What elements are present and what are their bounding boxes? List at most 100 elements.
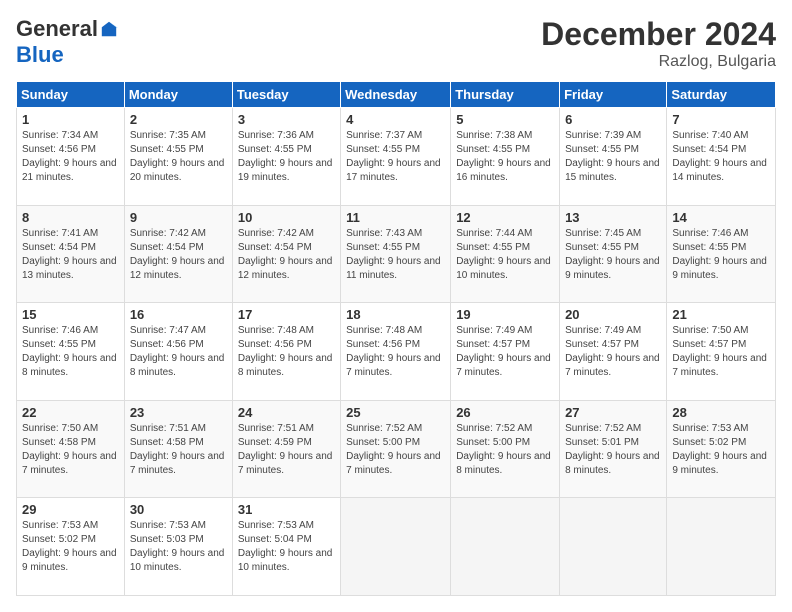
th-friday: Friday (560, 82, 667, 108)
th-sunday: Sunday (17, 82, 125, 108)
calendar-week-row: 15 Sunrise: 7:46 AM Sunset: 4:55 PM Dayl… (17, 303, 776, 401)
table-row: 5 Sunrise: 7:38 AM Sunset: 4:55 PM Dayli… (451, 108, 560, 206)
table-row: 21 Sunrise: 7:50 AM Sunset: 4:57 PM Dayl… (667, 303, 776, 401)
day-number: 14 (672, 210, 770, 225)
day-info: Sunrise: 7:34 AM Sunset: 4:56 PM Dayligh… (22, 129, 119, 185)
table-row: 18 Sunrise: 7:48 AM Sunset: 4:56 PM Dayl… (341, 303, 451, 401)
table-row: 16 Sunrise: 7:47 AM Sunset: 4:56 PM Dayl… (124, 303, 232, 401)
day-info: Sunrise: 7:42 AM Sunset: 4:54 PM Dayligh… (238, 227, 335, 283)
calendar-week-row: 8 Sunrise: 7:41 AM Sunset: 4:54 PM Dayli… (17, 205, 776, 303)
day-number: 11 (346, 210, 445, 225)
day-info: Sunrise: 7:51 AM Sunset: 4:58 PM Dayligh… (130, 422, 227, 478)
location: Razlog, Bulgaria (541, 53, 776, 71)
th-monday: Monday (124, 82, 232, 108)
day-number: 27 (565, 405, 661, 420)
day-number: 28 (672, 405, 770, 420)
table-row: 29 Sunrise: 7:53 AM Sunset: 5:02 PM Dayl… (17, 498, 125, 596)
table-row: 13 Sunrise: 7:45 AM Sunset: 4:55 PM Dayl… (560, 205, 667, 303)
table-row: 15 Sunrise: 7:46 AM Sunset: 4:55 PM Dayl… (17, 303, 125, 401)
day-number: 30 (130, 502, 227, 517)
day-number: 19 (456, 307, 554, 322)
empty-cell (560, 498, 667, 596)
day-number: 20 (565, 307, 661, 322)
day-info: Sunrise: 7:36 AM Sunset: 4:55 PM Dayligh… (238, 129, 335, 185)
day-info: Sunrise: 7:52 AM Sunset: 5:00 PM Dayligh… (346, 422, 445, 478)
page: General Blue December 2024 Razlog, Bulga… (0, 0, 792, 612)
logo-general-text: General (16, 16, 98, 42)
day-info: Sunrise: 7:46 AM Sunset: 4:55 PM Dayligh… (22, 324, 119, 380)
day-info: Sunrise: 7:37 AM Sunset: 4:55 PM Dayligh… (346, 129, 445, 185)
day-info: Sunrise: 7:38 AM Sunset: 4:55 PM Dayligh… (456, 129, 554, 185)
table-row: 17 Sunrise: 7:48 AM Sunset: 4:56 PM Dayl… (232, 303, 340, 401)
day-number: 13 (565, 210, 661, 225)
table-row: 24 Sunrise: 7:51 AM Sunset: 4:59 PM Dayl… (232, 400, 340, 498)
day-number: 22 (22, 405, 119, 420)
table-row: 9 Sunrise: 7:42 AM Sunset: 4:54 PM Dayli… (124, 205, 232, 303)
day-info: Sunrise: 7:48 AM Sunset: 4:56 PM Dayligh… (346, 324, 445, 380)
day-info: Sunrise: 7:41 AM Sunset: 4:54 PM Dayligh… (22, 227, 119, 283)
logo-icon (100, 20, 118, 38)
table-row: 10 Sunrise: 7:42 AM Sunset: 4:54 PM Dayl… (232, 205, 340, 303)
title-area: December 2024 Razlog, Bulgaria (541, 16, 776, 71)
table-row: 6 Sunrise: 7:39 AM Sunset: 4:55 PM Dayli… (560, 108, 667, 206)
day-info: Sunrise: 7:49 AM Sunset: 4:57 PM Dayligh… (565, 324, 661, 380)
day-info: Sunrise: 7:52 AM Sunset: 5:01 PM Dayligh… (565, 422, 661, 478)
table-row: 11 Sunrise: 7:43 AM Sunset: 4:55 PM Dayl… (341, 205, 451, 303)
day-number: 9 (130, 210, 227, 225)
day-number: 6 (565, 112, 661, 127)
table-row: 2 Sunrise: 7:35 AM Sunset: 4:55 PM Dayli… (124, 108, 232, 206)
table-row: 4 Sunrise: 7:37 AM Sunset: 4:55 PM Dayli… (341, 108, 451, 206)
day-info: Sunrise: 7:40 AM Sunset: 4:54 PM Dayligh… (672, 129, 770, 185)
day-info: Sunrise: 7:45 AM Sunset: 4:55 PM Dayligh… (565, 227, 661, 283)
table-row: 20 Sunrise: 7:49 AM Sunset: 4:57 PM Dayl… (560, 303, 667, 401)
day-info: Sunrise: 7:49 AM Sunset: 4:57 PM Dayligh… (456, 324, 554, 380)
day-number: 15 (22, 307, 119, 322)
table-row: 19 Sunrise: 7:49 AM Sunset: 4:57 PM Dayl… (451, 303, 560, 401)
empty-cell (667, 498, 776, 596)
day-number: 31 (238, 502, 335, 517)
day-number: 24 (238, 405, 335, 420)
day-number: 25 (346, 405, 445, 420)
day-info: Sunrise: 7:50 AM Sunset: 4:58 PM Dayligh… (22, 422, 119, 478)
day-info: Sunrise: 7:53 AM Sunset: 5:04 PM Dayligh… (238, 519, 335, 575)
logo-blue-text: Blue (16, 42, 64, 67)
day-info: Sunrise: 7:53 AM Sunset: 5:03 PM Dayligh… (130, 519, 227, 575)
empty-cell (451, 498, 560, 596)
logo: General Blue (16, 16, 118, 68)
month-title: December 2024 (541, 16, 776, 53)
table-row: 12 Sunrise: 7:44 AM Sunset: 4:55 PM Dayl… (451, 205, 560, 303)
day-info: Sunrise: 7:48 AM Sunset: 4:56 PM Dayligh… (238, 324, 335, 380)
day-number: 2 (130, 112, 227, 127)
day-number: 26 (456, 405, 554, 420)
table-row: 23 Sunrise: 7:51 AM Sunset: 4:58 PM Dayl… (124, 400, 232, 498)
day-number: 29 (22, 502, 119, 517)
day-number: 12 (456, 210, 554, 225)
day-number: 4 (346, 112, 445, 127)
day-info: Sunrise: 7:46 AM Sunset: 4:55 PM Dayligh… (672, 227, 770, 283)
day-info: Sunrise: 7:39 AM Sunset: 4:55 PM Dayligh… (565, 129, 661, 185)
calendar-table: Sunday Monday Tuesday Wednesday Thursday… (16, 81, 776, 596)
day-info: Sunrise: 7:51 AM Sunset: 4:59 PM Dayligh… (238, 422, 335, 478)
calendar-week-row: 1 Sunrise: 7:34 AM Sunset: 4:56 PM Dayli… (17, 108, 776, 206)
day-number: 3 (238, 112, 335, 127)
th-saturday: Saturday (667, 82, 776, 108)
header-row: Sunday Monday Tuesday Wednesday Thursday… (17, 82, 776, 108)
day-info: Sunrise: 7:44 AM Sunset: 4:55 PM Dayligh… (456, 227, 554, 283)
table-row: 8 Sunrise: 7:41 AM Sunset: 4:54 PM Dayli… (17, 205, 125, 303)
calendar-week-row: 29 Sunrise: 7:53 AM Sunset: 5:02 PM Dayl… (17, 498, 776, 596)
day-number: 16 (130, 307, 227, 322)
table-row: 22 Sunrise: 7:50 AM Sunset: 4:58 PM Dayl… (17, 400, 125, 498)
day-info: Sunrise: 7:43 AM Sunset: 4:55 PM Dayligh… (346, 227, 445, 283)
day-info: Sunrise: 7:47 AM Sunset: 4:56 PM Dayligh… (130, 324, 227, 380)
day-info: Sunrise: 7:35 AM Sunset: 4:55 PM Dayligh… (130, 129, 227, 185)
day-number: 1 (22, 112, 119, 127)
table-row: 14 Sunrise: 7:46 AM Sunset: 4:55 PM Dayl… (667, 205, 776, 303)
table-row: 1 Sunrise: 7:34 AM Sunset: 4:56 PM Dayli… (17, 108, 125, 206)
day-info: Sunrise: 7:53 AM Sunset: 5:02 PM Dayligh… (22, 519, 119, 575)
calendar-week-row: 22 Sunrise: 7:50 AM Sunset: 4:58 PM Dayl… (17, 400, 776, 498)
table-row: 28 Sunrise: 7:53 AM Sunset: 5:02 PM Dayl… (667, 400, 776, 498)
empty-cell (341, 498, 451, 596)
th-tuesday: Tuesday (232, 82, 340, 108)
day-number: 5 (456, 112, 554, 127)
th-thursday: Thursday (451, 82, 560, 108)
